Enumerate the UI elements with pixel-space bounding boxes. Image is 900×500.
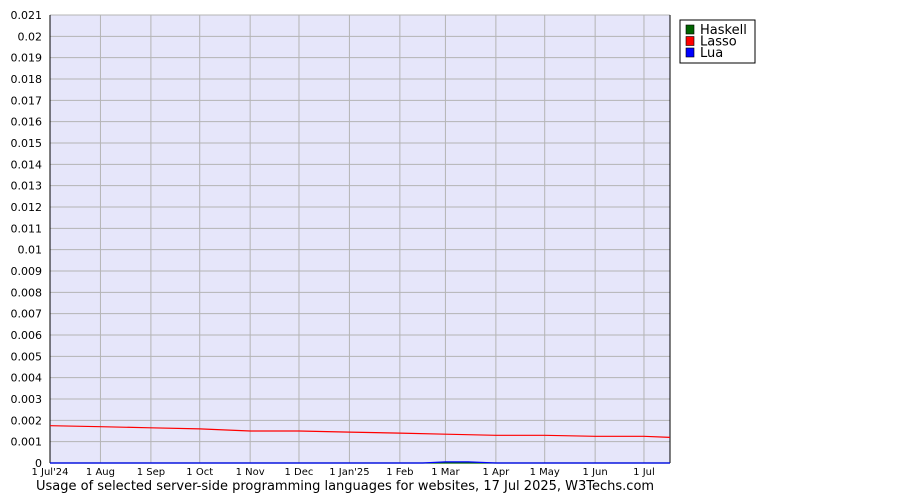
x-tick-label: 1 Feb (386, 467, 413, 478)
x-tick-label: 1 Apr (482, 467, 510, 478)
y-tick-label: 0.019 (11, 52, 43, 65)
chart-caption: Usage of selected server-side programmin… (36, 479, 655, 494)
y-tick-label: 0.02 (18, 30, 43, 43)
y-tick-label: 0.005 (11, 350, 43, 363)
line-chart: 00.0010.0020.0030.0040.0050.0060.0070.00… (11, 9, 756, 478)
x-tick-label: 1 Oct (186, 467, 213, 478)
x-tick-label: 1 Jul (633, 467, 655, 478)
x-tick-label: 1 Dec (285, 467, 314, 478)
x-tick-label: 1 Mar (431, 467, 460, 478)
y-tick-label: 0.008 (11, 286, 43, 299)
y-tick-label: 0.016 (11, 116, 43, 129)
legend-swatch-lua (685, 47, 695, 58)
plot-area (50, 15, 670, 463)
x-tick-label: 1 Jul'24 (31, 467, 68, 478)
x-tick-label: 1 Nov (236, 467, 265, 478)
y-tick-label: 0.004 (11, 372, 43, 385)
y-tick-label: 0.015 (11, 137, 43, 150)
chart-container: 0 0.001 0.002 0.003 0.004 0.005 0.006 0.007 0.00… (0, 0, 900, 500)
y-tick-label: 0.007 (11, 308, 43, 321)
x-tick-label: 1 Sep (137, 467, 165, 478)
y-tick-label: 0.011 (11, 222, 43, 235)
x-tick-label: 1 May (530, 467, 560, 478)
x-tick-label: 1 Jan'25 (329, 467, 369, 478)
legend-swatch-haskell (685, 24, 695, 35)
y-tick-label: 0.006 (11, 329, 43, 342)
y-tick-label: 0.01 (18, 244, 43, 257)
legend-swatch-lasso (685, 36, 695, 46)
y-tick-label: 0.018 (11, 73, 43, 86)
y-tick-label: 0.021 (11, 9, 43, 22)
y-tick-label: 0.017 (11, 94, 43, 107)
y-tick-label: 0.003 (11, 393, 43, 406)
y-tick-label: 0.013 (11, 180, 43, 193)
y-tick-label: 0.001 (11, 436, 43, 449)
legend-label-lua: Lua (700, 46, 723, 61)
y-tick-label: 0.014 (11, 158, 43, 171)
y-tick-label: 0.009 (11, 265, 43, 278)
x-tick-label: 1 Aug (86, 467, 115, 478)
x-tick-label: 1 Jun (583, 467, 608, 478)
y-tick-label: 0.002 (11, 414, 43, 427)
y-tick-label: 0.012 (11, 201, 43, 214)
